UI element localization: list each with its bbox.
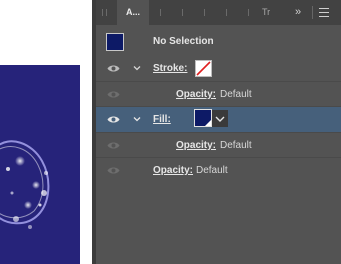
eye-icon[interactable] <box>107 115 120 124</box>
appearance-panel: A... Tr » No Selection Stroke: Opacity: … <box>96 0 341 264</box>
glow-ring-graphic <box>0 140 50 229</box>
object-opacity-value: Default <box>196 165 228 176</box>
stroke-opacity-label[interactable]: Opacity: <box>176 82 216 107</box>
selection-row: No Selection <box>96 31 341 56</box>
stroke-row[interactable]: Stroke: <box>96 56 341 81</box>
grip-mark <box>226 9 227 16</box>
stroke-label[interactable]: Stroke: <box>153 56 187 81</box>
fill-label[interactable]: Fill: <box>153 107 171 132</box>
eye-icon[interactable] <box>107 166 120 175</box>
no-stroke-slash-icon <box>196 61 211 76</box>
panel-menu-icon[interactable] <box>319 8 329 17</box>
fill-opacity-row[interactable]: Opacity: Default <box>96 133 341 158</box>
fill-opacity-value: Default <box>220 140 252 151</box>
fill-dropdown-button[interactable] <box>212 110 228 127</box>
panel-tab-bar: A... Tr » <box>96 0 341 25</box>
tab-separator <box>312 6 313 19</box>
swatch-corner-icon <box>205 120 211 126</box>
stroke-opacity-row[interactable]: Opacity: Default <box>96 82 341 107</box>
eye-icon[interactable] <box>107 141 120 150</box>
fill-row[interactable]: Fill: <box>96 107 341 132</box>
chevron-down-icon <box>215 116 225 122</box>
fill-opacity-label[interactable]: Opacity: <box>176 133 216 158</box>
object-opacity-label[interactable]: Opacity: <box>153 158 193 183</box>
selection-swatch <box>106 33 124 51</box>
tab-type[interactable]: Tr <box>262 0 270 25</box>
grip-mark <box>106 9 107 16</box>
stroke-opacity-value: Default <box>220 89 252 100</box>
chevron-down-icon[interactable] <box>132 114 142 124</box>
document-canvas[interactable] <box>0 0 96 264</box>
more-tabs-icon[interactable]: » <box>295 0 301 25</box>
fill-swatch[interactable] <box>194 109 212 127</box>
tab-appearance[interactable]: A... <box>117 0 149 25</box>
grip-mark <box>248 9 249 16</box>
eye-icon[interactable] <box>107 90 120 99</box>
grip-mark <box>204 9 205 16</box>
grip-mark <box>102 9 103 16</box>
eye-icon[interactable] <box>107 64 120 73</box>
object-opacity-row[interactable]: Opacity: Default <box>96 158 341 183</box>
artwork-image <box>0 65 80 264</box>
selection-label: No Selection <box>153 36 214 47</box>
grip-mark <box>182 9 183 16</box>
stroke-swatch[interactable] <box>195 60 212 77</box>
grip-mark <box>160 9 161 16</box>
chevron-down-icon[interactable] <box>132 63 142 73</box>
